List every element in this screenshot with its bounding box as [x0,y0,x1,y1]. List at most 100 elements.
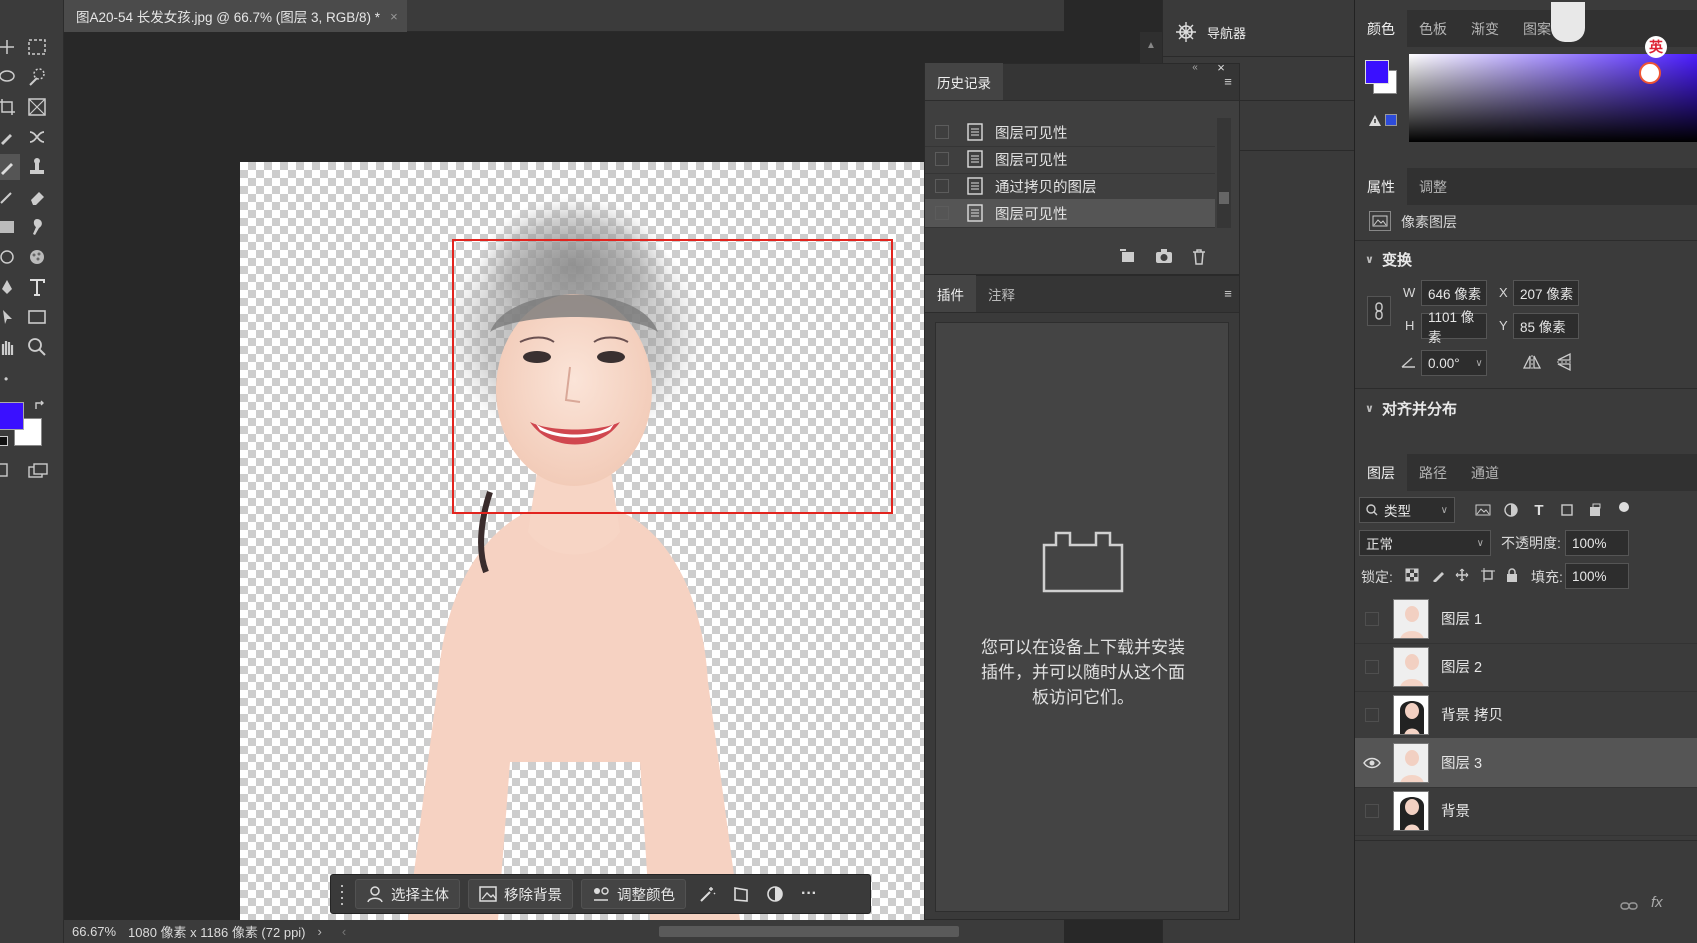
layer-filter-select[interactable]: 类型 ∨ [1359,497,1455,523]
y-field[interactable]: 85 像素 [1513,313,1579,339]
layer-row[interactable]: 图层 2 [1355,642,1697,692]
close-tab-icon[interactable]: × [390,9,398,24]
more-options-icon[interactable]: ··· [796,879,822,909]
type-filter-icon[interactable]: T [1529,500,1549,520]
clone-stamp-tool-icon[interactable] [24,154,50,180]
path-selection-tool-icon[interactable] [0,304,20,330]
link-dimensions-icon[interactable] [1367,296,1391,326]
new-document-from-state-icon[interactable] [1119,248,1137,264]
more-tools-icon[interactable]: • [4,372,16,386]
opacity-field[interactable]: 100% [1565,530,1629,556]
tab-layers[interactable]: 图层 [1355,454,1407,491]
eyedropper-tool-icon[interactable] [0,124,20,150]
smudge-tool-icon[interactable] [24,214,50,240]
snapshot-camera-icon[interactable] [1155,248,1173,264]
lock-artboard-icon[interactable] [1479,566,1497,584]
lock-image-pixels-icon[interactable] [1429,566,1447,584]
width-field[interactable]: 646 像素 [1421,280,1487,306]
selection-rectangle[interactable] [452,239,893,514]
navigator-header[interactable]: 导航器 [1163,14,1323,50]
ime-mascot-icon[interactable] [1551,2,1585,42]
x-field[interactable]: 207 像素 [1513,280,1579,306]
magic-wand-icon[interactable] [694,879,720,909]
history-snapshot-checkbox[interactable] [935,125,949,139]
foreground-color-chip[interactable] [1365,60,1389,84]
history-snapshot-checkbox[interactable] [935,152,949,166]
history-brush-tool-icon[interactable] [0,184,20,210]
fill-field[interactable]: 100% [1565,563,1629,589]
drag-handle-icon[interactable] [337,880,347,908]
tab-adjustments[interactable]: 调整 [1407,168,1459,205]
panel-menu-icon[interactable]: ≡ [1217,275,1239,312]
layer-row[interactable]: 背景 拷贝 [1355,690,1697,740]
mask-icon[interactable] [762,879,788,909]
transform-icon[interactable] [728,879,754,909]
dodge-tool-icon[interactable] [0,244,20,270]
visibility-toggle[interactable] [1365,611,1379,626]
filter-toggle-icon[interactable] [1619,502,1629,512]
zoom-tool-icon[interactable] [24,334,50,360]
remove-background-button[interactable]: 移除背景 [468,879,573,909]
gamut-warning-icon[interactable] [1367,112,1383,128]
zoom-level[interactable]: 66.67% [64,924,128,939]
frame-tool-icon[interactable] [24,94,50,120]
ime-language-badge[interactable]: 英 [1645,36,1667,58]
history-state[interactable]: 图层可见性 [925,199,1215,228]
delete-state-icon[interactable] [1191,248,1207,265]
pixel-filter-icon[interactable] [1473,500,1493,520]
rectangle-tool-icon[interactable] [24,304,50,330]
quick-selection-tool-icon[interactable] [24,64,50,90]
tab-color[interactable]: 颜色 [1355,10,1407,47]
sponge-tool-icon[interactable] [24,244,50,270]
adjust-color-button[interactable]: 调整颜色 [581,879,686,909]
shape-filter-icon[interactable] [1557,500,1577,520]
lock-position-icon[interactable] [1453,566,1471,584]
tab-notes[interactable]: 注释 [976,275,1027,312]
ime-skin-icon[interactable] [1639,62,1661,84]
eraser-tool-icon[interactable] [24,184,50,210]
status-arrow-icon[interactable]: › [318,924,322,939]
visibility-toggle[interactable] [1365,707,1379,722]
adjustment-filter-icon[interactable] [1501,500,1521,520]
angle-dropdown-icon[interactable]: ∨ [1472,352,1486,374]
visibility-toggle[interactable] [1365,659,1379,674]
gradient-tool-icon[interactable] [0,214,20,240]
link-layers-icon[interactable] [1619,898,1639,914]
tab-swatches[interactable]: 色板 [1407,10,1459,47]
align-section-header[interactable]: ∨ 对齐并分布 [1365,398,1457,419]
screen-mode-icon[interactable] [26,460,50,482]
tab-history[interactable]: 历史记录 [925,63,1003,100]
default-colors-icon[interactable] [0,436,8,446]
quick-mask-icon[interactable] [0,460,10,480]
scroll-up-icon[interactable]: ▲ [1144,38,1158,52]
lasso-tool-icon[interactable] [0,64,20,90]
blend-mode-select[interactable]: 正常 ∨ [1359,530,1491,556]
select-subject-button[interactable]: 选择主体 [355,879,460,909]
history-state[interactable]: 通过拷贝的图层 [925,172,1215,201]
marquee-tool-icon[interactable] [24,34,50,60]
tab-paths[interactable]: 路径 [1407,454,1459,491]
history-state[interactable]: 图层可见性 [925,145,1215,174]
swap-colors-icon[interactable] [32,398,48,414]
lock-all-icon[interactable] [1503,566,1521,584]
hand-tool-icon[interactable] [0,334,20,360]
horizontal-scrollbar[interactable] [659,926,959,937]
remove-tool-icon[interactable] [24,124,50,150]
layer-row[interactable]: 图层 3 [1355,738,1697,788]
close-panel-icon[interactable]: × [1211,60,1231,75]
eye-icon[interactable] [1363,757,1381,769]
flip-horizontal-icon[interactable] [1521,352,1543,372]
tab-channels[interactable]: 通道 [1459,454,1511,491]
foreground-color-front[interactable] [0,402,24,430]
history-snapshot-checkbox[interactable] [935,179,949,193]
scroll-left-icon[interactable]: ‹ [342,924,346,939]
crop-tool-icon[interactable] [0,94,20,120]
tab-properties[interactable]: 属性 [1355,168,1407,205]
flip-vertical-icon[interactable] [1553,352,1575,372]
layer-effects-button[interactable]: fx [1651,894,1663,911]
type-tool-icon[interactable] [24,274,50,300]
web-safe-color-chip[interactable] [1385,114,1397,126]
layer-row[interactable]: 背景 [1355,786,1697,836]
visibility-toggle[interactable] [1365,803,1379,818]
lock-transparent-pixels-icon[interactable] [1403,566,1421,584]
